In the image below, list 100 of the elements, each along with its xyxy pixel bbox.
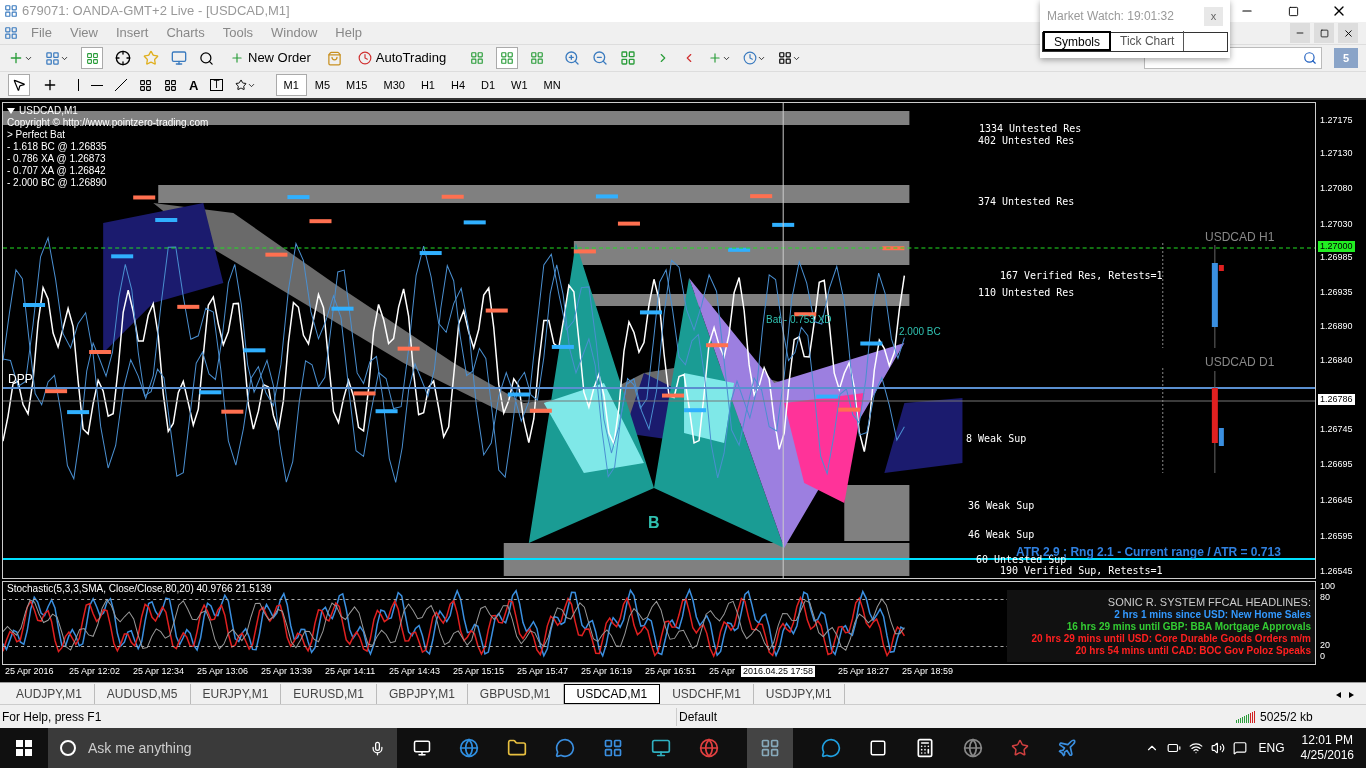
time-tick: 25 Apr 2016 <box>5 667 54 676</box>
chart-tab[interactable]: USDCHF,M1 <box>660 684 754 704</box>
time-tick: 25 Apr 16:19 <box>581 667 633 676</box>
globe-icon[interactable] <box>963 738 983 758</box>
language-indicator[interactable]: ENG <box>1254 739 1289 757</box>
zoom-out-icon[interactable] <box>592 50 609 66</box>
market-watch-title: Market Watch: 19:01:32 <box>1047 8 1174 25</box>
price-tick: 1.26840 <box>1320 356 1353 365</box>
zone-label: 402 Untested Res <box>978 136 1075 146</box>
headline-text: 20 hrs 54 mins until CAD: BOC Gov Poloz Speaks <box>1075 645 1311 657</box>
grid-icon[interactable] <box>603 738 623 758</box>
time-tick: 25 Apr 18:27 <box>838 667 890 676</box>
task-view-icon[interactable] <box>413 739 431 757</box>
market-watch-tab[interactable]: Symbols <box>1043 31 1111 51</box>
volume-icon[interactable] <box>1210 741 1225 755</box>
zone-label: 110 Untested Res <box>978 288 1075 298</box>
autotrading-button[interactable]: AutoTrading <box>353 48 451 68</box>
chat-icon[interactable] <box>821 738 841 758</box>
timeframe-button[interactable]: M5 <box>306 74 339 96</box>
crosshair-icon[interactable] <box>42 77 58 93</box>
market-watch-tab[interactable]: Tick Chart <box>1111 31 1185 51</box>
windows-start-icon[interactable] <box>16 740 32 756</box>
timeframe-button[interactable]: D1 <box>473 74 504 96</box>
new-chart-icon[interactable] <box>8 50 33 66</box>
browser-icon[interactable] <box>459 738 479 758</box>
zone-label: 36 Weak Sup <box>968 501 1035 511</box>
connection-bars-icon <box>1236 710 1256 723</box>
scroll-left-icon[interactable] <box>1336 692 1341 698</box>
close-button[interactable] <box>1338 23 1358 43</box>
wifi-icon[interactable] <box>1188 741 1203 755</box>
chart-tab[interactable]: GBPJPY,M1 <box>377 684 468 704</box>
chart-tab[interactable]: USDJPY,M1 <box>753 684 845 704</box>
timeframe-button[interactable]: H1 <box>412 74 443 96</box>
price-tick: 1.26985 <box>1320 253 1353 262</box>
star-folder-icon[interactable] <box>143 50 159 66</box>
trendline-icon[interactable] <box>115 79 127 91</box>
chart-tab[interactable]: EURUSD,M1 <box>281 684 377 704</box>
notification-icon[interactable] <box>1232 741 1247 755</box>
calculator-icon[interactable] <box>915 738 935 758</box>
window-title: 679071: OANDA-GMT+2 Live - [USDCAD,M1] <box>22 2 290 21</box>
chart-tab[interactable]: AUDJPY,M1 <box>4 684 95 704</box>
price-tick: 1.26935 <box>1320 288 1353 297</box>
chart-tab[interactable]: GBPUSD,M1 <box>467 684 564 704</box>
taskbar-search-field[interactable]: Ask me anything <box>88 728 358 768</box>
horizontal-line-icon[interactable] <box>91 84 103 86</box>
price-tick: 1.26890 <box>1320 322 1353 331</box>
time-tick: 25 Apr 12:34 <box>133 667 185 676</box>
scroll-right-icon[interactable] <box>1349 692 1354 698</box>
indicator-info-text: - 0.786 XA @ 1.26873 <box>7 153 107 165</box>
chart-tab[interactable]: USDCAD,M1 <box>563 684 661 704</box>
search-icon <box>1303 51 1317 65</box>
chat-icon[interactable] <box>555 738 575 758</box>
clock-icon[interactable] <box>743 51 767 65</box>
timeframe-button[interactable]: M1 <box>275 74 307 96</box>
headlines-title: SONIC R. SYSTEM FFCAL HEADLINES: <box>1107 596 1311 609</box>
time-tick: 25 Apr 13:39 <box>261 667 313 676</box>
chart-tab[interactable]: EURJPY,M1 <box>190 684 282 704</box>
star-icon[interactable] <box>1011 739 1029 757</box>
restore-icon <box>1287 5 1299 17</box>
mini-chart-title: USDCAD H1 <box>1205 229 1275 246</box>
folder-icon[interactable] <box>507 738 527 758</box>
close-icon <box>1342 27 1354 39</box>
crosshair-icon[interactable] <box>115 50 131 66</box>
zone-label: 1334 Untested Res <box>979 124 1082 134</box>
taskbar-app-button[interactable] <box>747 728 793 768</box>
close-button[interactable]: x <box>1204 6 1223 26</box>
timeframe-button[interactable]: M15 <box>338 74 376 96</box>
price-tick: 1.27080 <box>1320 184 1353 193</box>
label-tool-button[interactable]: T <box>210 79 223 91</box>
battery-icon[interactable] <box>1166 741 1181 755</box>
pattern-label: B <box>648 515 660 531</box>
text-tool-button[interactable]: A <box>189 78 199 92</box>
indicator-info-text: - 2.000 BC @ 1.26890 <box>7 177 108 189</box>
indicator-info-text: - 1.618 BC @ 1.26835 <box>7 141 108 153</box>
tile-icon[interactable] <box>620 50 637 66</box>
monitor-icon[interactable] <box>651 738 671 758</box>
timeframe-button[interactable]: MN <box>535 74 569 96</box>
chart-tab[interactable]: AUDUSD,M5 <box>94 684 191 704</box>
globe-icon[interactable] <box>699 738 719 758</box>
timeframe-button[interactable]: W1 <box>503 74 536 96</box>
zoom-in-icon[interactable] <box>564 50 581 66</box>
restore-icon <box>1319 28 1329 38</box>
clock-date: 4/25/2016 <box>1300 748 1354 763</box>
timeframe-button[interactable]: M30 <box>375 74 413 96</box>
status-help-text: For Help, press F1 <box>1 708 103 726</box>
shapes-icon[interactable] <box>234 79 256 91</box>
new-order-button[interactable]: New Order <box>226 48 315 68</box>
cursor-icon[interactable] <box>8 74 30 96</box>
price-tick: 1.27030 <box>1320 220 1353 229</box>
time-tick: 25 Apr 14:43 <box>389 667 441 676</box>
scale-tick: 20 <box>1320 641 1330 650</box>
plus-icon <box>230 51 244 65</box>
square-icon[interactable] <box>869 739 887 757</box>
zone-label: 190 Verified Sup, Retests=1 <box>1000 566 1163 576</box>
level-price-tag: 1.27000 <box>1318 241 1355 252</box>
plane-icon[interactable] <box>1057 738 1077 758</box>
timeframe-button[interactable]: H4 <box>442 74 473 96</box>
clock-icon <box>357 51 372 65</box>
zone-label: 8 Weak Sup <box>966 434 1027 444</box>
collapse-icon[interactable] <box>7 108 15 114</box>
